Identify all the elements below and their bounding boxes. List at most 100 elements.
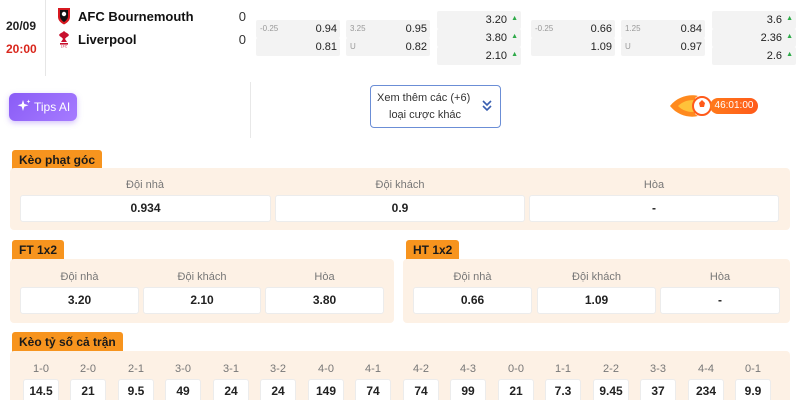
- correct-score-panel: 1-0 14.5 2-0 21 2-1 9.5 3-0 49 3-1 24 3-2 24 4…: [10, 351, 790, 400]
- score-label: 1-1: [555, 363, 571, 375]
- odds-value: 0.97: [680, 41, 702, 53]
- odds-value: 1.09: [590, 41, 612, 53]
- score-label: 4-2: [413, 363, 429, 375]
- match-datetime: 20/09 20:00: [0, 0, 46, 76]
- score-odds[interactable]: 14.5: [23, 379, 59, 400]
- odds-value: 2.10: [485, 50, 507, 62]
- svg-text:LFC: LFC: [61, 45, 68, 49]
- odds-value: 0.82: [405, 41, 427, 53]
- ht-away-odds[interactable]: 1.09: [537, 287, 656, 314]
- ft-under-odds[interactable]: U 0.82: [346, 38, 430, 56]
- ft-1x2-away-odds[interactable]: 2.10 ▲: [437, 47, 521, 65]
- liverpool-logo-icon: LFC: [59, 31, 69, 49]
- up-arrow-icon: ▲: [786, 33, 793, 40]
- ht-over-odds[interactable]: 1.25 0.84: [621, 20, 705, 38]
- more-bets-button[interactable]: Xem thêm các (+6) loại cược khác: [370, 85, 501, 128]
- more-bets-line2: loại cược khác: [389, 109, 462, 121]
- score-odds[interactable]: 24: [260, 379, 296, 400]
- score-label: 4-3: [460, 363, 476, 375]
- ft-home-odds[interactable]: 3.20: [20, 287, 139, 314]
- score-odds[interactable]: 49: [165, 379, 201, 400]
- score-odds[interactable]: 74: [355, 379, 391, 400]
- ht-under-odds[interactable]: U 0.97: [621, 38, 705, 56]
- ht-home-header: Đội nhà: [453, 271, 492, 283]
- odds-value: 0.66: [590, 23, 612, 35]
- corner-home-odds[interactable]: 0.934: [20, 195, 271, 222]
- score-odds[interactable]: 21: [70, 379, 106, 400]
- ht-draw-odds[interactable]: -: [660, 287, 780, 314]
- double-chevron-down-icon: [482, 100, 492, 112]
- score-odds[interactable]: 149: [308, 379, 344, 400]
- score-label: 3-2: [270, 363, 286, 375]
- match-row[interactable]: 20/09 20:00 AFC Bournemouth 0 LFC Liverp…: [0, 0, 800, 76]
- odds-value: 0.94: [315, 23, 337, 35]
- ft-handicap-away-odds[interactable]: 0.81: [256, 38, 340, 56]
- score-odds[interactable]: 234: [688, 379, 724, 400]
- over-line: 3.25: [350, 24, 366, 33]
- ht-handicap-away-odds[interactable]: 1.09: [531, 38, 615, 56]
- odds-value: 0.95: [405, 23, 427, 35]
- away-team-score: 0: [238, 32, 246, 47]
- divider: [250, 82, 251, 138]
- ft-draw-odds[interactable]: 3.80: [265, 287, 384, 314]
- ft-home-header: Đội nhà: [60, 271, 99, 283]
- odds-value: 2.36: [760, 32, 782, 44]
- away-team: LFC Liverpool 0: [56, 30, 246, 48]
- score-odds[interactable]: 9.9: [735, 379, 771, 400]
- ht-1x2-panel: Đội nhà Đội khách Hòa 0.66 1.09 -: [403, 259, 790, 323]
- odds-value: 3.20: [485, 14, 507, 26]
- bournemouth-logo-icon: [58, 8, 70, 25]
- score-label: 4-0: [318, 363, 334, 375]
- ht-home-odds[interactable]: 0.66: [413, 287, 532, 314]
- home-team-name: AFC Bournemouth: [78, 9, 194, 24]
- ht-draw-header: Hòa: [709, 271, 731, 283]
- more-bets-line1: Xem thêm các (+6): [377, 92, 471, 104]
- odds-value: 0.81: [315, 41, 337, 53]
- score-label: 4-4: [698, 363, 714, 375]
- ft-away-odds[interactable]: 2.10: [143, 287, 261, 314]
- odds-value: 3.6: [766, 14, 782, 26]
- up-arrow-icon: ▲: [511, 15, 518, 22]
- corner-odds-panel: Đội nhà Đội khách Hòa 0.934 0.9 -: [10, 168, 790, 230]
- tips-ai-button[interactable]: Tips AI: [9, 93, 77, 121]
- corner-away-header: Đội khách: [375, 179, 425, 191]
- score-odds[interactable]: 7.3: [545, 379, 581, 400]
- ft-over-odds[interactable]: 3.25 0.95: [346, 20, 430, 38]
- score-odds[interactable]: 24: [213, 379, 249, 400]
- score-odds[interactable]: 99: [450, 379, 486, 400]
- ht-away-header: Đội khách: [572, 271, 621, 283]
- correct-score-title: Kèo tỷ số cả trận: [12, 332, 123, 352]
- live-clock-badge: 46:01:00: [668, 92, 760, 120]
- up-arrow-icon: ▲: [786, 51, 793, 58]
- ft-1x2-title: FT 1x2: [12, 240, 65, 260]
- score-odds[interactable]: 37: [640, 379, 676, 400]
- under-line: U: [625, 42, 631, 51]
- score-label: 2-2: [603, 363, 619, 375]
- score-odds[interactable]: 9.45: [593, 379, 629, 400]
- score-label: 2-0: [80, 363, 96, 375]
- ft-handicap-home-odds[interactable]: -0.25 0.94: [256, 20, 340, 38]
- up-arrow-icon: ▲: [511, 51, 518, 58]
- score-label: 0-1: [745, 363, 761, 375]
- ht-1x2-away-odds[interactable]: 2.6 ▲: [712, 47, 796, 65]
- score-odds[interactable]: 74: [403, 379, 439, 400]
- handicap-line: -0.25: [260, 24, 279, 33]
- score-odds[interactable]: 9.5: [118, 379, 154, 400]
- tips-ai-label: Tips AI: [34, 100, 71, 114]
- score-odds[interactable]: 21: [498, 379, 534, 400]
- score-label: 3-3: [650, 363, 666, 375]
- corner-draw-header: Hòa: [643, 179, 665, 191]
- corner-home-header: Đội nhà: [126, 179, 164, 191]
- ft-1x2-draw-odds[interactable]: 3.80 ▲: [437, 29, 521, 47]
- corner-away-odds[interactable]: 0.9: [275, 195, 525, 222]
- ht-handicap-home-odds[interactable]: -0.25 0.66: [531, 20, 615, 38]
- score-label: 3-0: [175, 363, 191, 375]
- ht-1x2-home-odds[interactable]: 3.6 ▲: [712, 11, 796, 29]
- ft-1x2-home-odds[interactable]: 3.20 ▲: [437, 11, 521, 29]
- ht-1x2-draw-odds[interactable]: 2.36 ▲: [712, 29, 796, 47]
- handicap-line: -0.25: [535, 24, 554, 33]
- ft-1x2-panel: Đội nhà Đội khách Hòa 3.20 2.10 3.80: [10, 259, 394, 323]
- corner-draw-odds[interactable]: -: [529, 195, 779, 222]
- home-team-score: 0: [238, 9, 246, 24]
- up-arrow-icon: ▲: [786, 15, 793, 22]
